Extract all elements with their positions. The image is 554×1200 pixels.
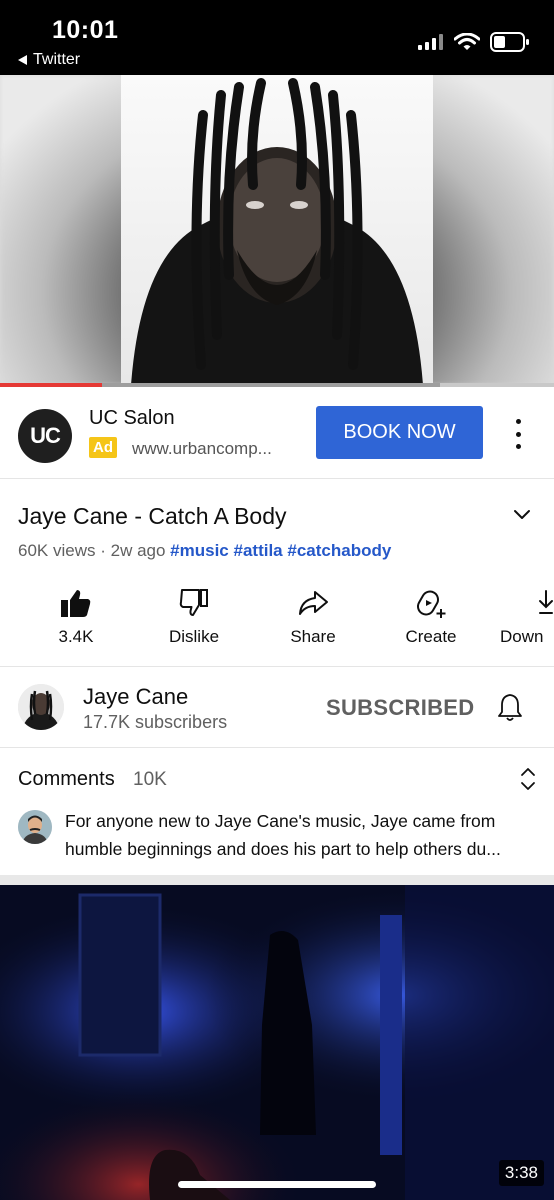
channel-row[interactable]: Jaye Cane 17.7K subscribers SUBSCRIBED xyxy=(0,668,554,748)
home-indicator[interactable] xyxy=(178,1181,376,1188)
section-divider xyxy=(0,875,554,885)
book-now-button[interactable]: BOOK NOW xyxy=(316,406,483,459)
back-arrow-icon xyxy=(18,55,27,65)
comments-heading: Comments xyxy=(18,768,115,790)
channel-avatar[interactable] xyxy=(18,684,64,730)
signal-icon xyxy=(418,34,443,50)
view-count: 60K views xyxy=(18,541,96,560)
dislike-label: Dislike xyxy=(168,627,220,646)
ad-badge: Ad xyxy=(89,437,117,458)
video-player[interactable] xyxy=(0,75,554,385)
dislike-button[interactable]: Dislike xyxy=(144,585,244,647)
hashtag-link[interactable]: #attila xyxy=(234,541,283,560)
ad-banner[interactable]: UC UC Salon Ad www.urbancomp... BOOK NOW xyxy=(0,387,554,479)
battery-icon xyxy=(490,32,529,52)
ad-more-options-icon[interactable] xyxy=(508,419,528,449)
thumbs-up-icon xyxy=(61,590,91,617)
next-video-thumbnail[interactable]: 3:38 xyxy=(0,885,554,1200)
upload-age: 2w ago xyxy=(110,541,166,560)
action-bar: 3.4K Dislike Share Create Down xyxy=(0,585,554,667)
back-app-label: Twitter xyxy=(33,51,81,68)
video-title[interactable]: Jaye Cane - Catch A Body xyxy=(18,503,287,530)
create-label: Create xyxy=(405,627,457,646)
chevron-down-icon[interactable] xyxy=(512,507,532,521)
download-button[interactable]: Down xyxy=(496,585,554,647)
download-icon xyxy=(539,590,553,614)
download-label: Down xyxy=(500,627,544,646)
subscribed-button[interactable]: SUBSCRIBED xyxy=(326,695,474,721)
share-button[interactable]: Share xyxy=(263,585,363,647)
channel-avatar-image xyxy=(18,684,64,730)
like-count: 3.4K xyxy=(58,627,94,646)
artist-portrait xyxy=(131,78,423,385)
comments-count: 10K xyxy=(133,769,167,790)
commenter-avatar xyxy=(18,810,52,844)
share-icon xyxy=(299,591,328,615)
video-frame xyxy=(121,75,433,385)
bell-icon[interactable] xyxy=(497,692,523,722)
comments-section[interactable]: Comments 10K For anyone new to Jaye Cane… xyxy=(0,749,554,875)
commenter-avatar-image xyxy=(18,810,52,844)
top-comment-text: For anyone new to Jaye Cane's music, Jay… xyxy=(65,811,501,859)
next-video-scene xyxy=(0,885,554,1200)
channel-name[interactable]: Jaye Cane xyxy=(83,684,188,710)
status-bar: 10:01 Twitter xyxy=(0,0,554,75)
status-time: 10:01 xyxy=(52,16,119,44)
status-icons xyxy=(418,32,530,52)
create-button[interactable]: Create xyxy=(381,585,481,647)
share-label: Share xyxy=(290,627,336,646)
back-to-app-link[interactable]: Twitter xyxy=(18,51,80,69)
subscriber-count: 17.7K subscribers xyxy=(83,712,228,732)
expand-collapse-icon[interactable] xyxy=(519,766,537,792)
video-meta: 60K views · 2w ago #music #attila #catch… xyxy=(18,541,392,560)
wifi-icon xyxy=(454,33,480,50)
advertiser-name: UC Salon xyxy=(89,407,175,429)
hashtag-link[interactable]: #catchabody xyxy=(287,541,391,560)
hashtag-link[interactable]: #music xyxy=(170,541,229,560)
advertiser-logo: UC xyxy=(18,409,72,463)
create-icon xyxy=(417,590,446,618)
video-duration-badge: 3:38 xyxy=(498,1160,544,1186)
like-button[interactable]: 3.4K xyxy=(26,585,126,647)
thumbs-down-icon xyxy=(179,589,208,616)
advertiser-url: www.urbancomp... xyxy=(132,439,272,458)
